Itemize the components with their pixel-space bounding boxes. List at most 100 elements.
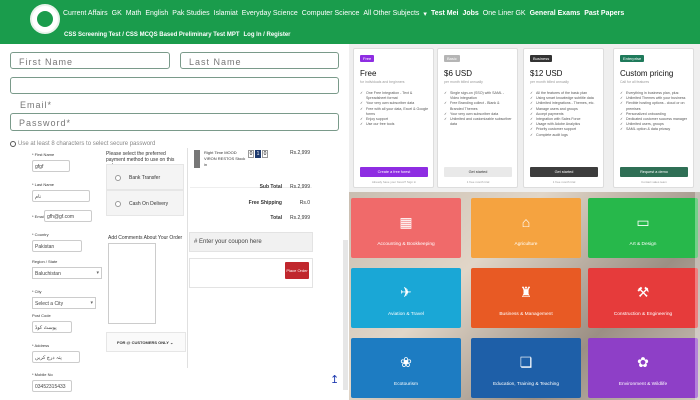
feature-list: One Free Integration - Text & Spreadshee…	[360, 91, 430, 128]
postcode-field[interactable]: پوسٹ کوڈ	[32, 321, 72, 333]
password-input[interactable]: Password*	[10, 113, 339, 131]
first-name-label: * First Name	[32, 152, 55, 157]
plan-subtitle: per month billed annually	[444, 80, 483, 84]
place-order-button[interactable]: Place Order	[285, 262, 309, 279]
for-customers-toggle[interactable]: FOR @ CUSTOMERS ONLY ⌄	[106, 332, 186, 352]
city-select[interactable]: Select a City	[32, 297, 96, 309]
category-label: Construction & Engineering	[613, 312, 673, 317]
hint-radio-icon[interactable]	[10, 141, 16, 147]
region-label: Region / State	[32, 259, 58, 264]
email-field[interactable]: gfh@gf.com	[44, 210, 92, 222]
main-nav: Current Affairs GK Math English Pak Studies I…	[63, 10, 624, 18]
radio-icon[interactable]	[115, 201, 121, 207]
scroll-to-top-icon[interactable]: ↥	[330, 373, 339, 387]
payment-option-cod[interactable]: Cash On Delivery	[106, 190, 184, 216]
secondary-nav: CSS Screening Test / CSS MCQS Based Prel…	[64, 32, 291, 38]
address-field[interactable]: پتہ درج کریں	[32, 351, 80, 363]
qty-decrease-button[interactable]: 0	[248, 150, 254, 158]
first-name-field[interactable]: gfgf	[32, 160, 70, 172]
nav-item[interactable]: Islamiat	[214, 10, 238, 18]
nav-login-register[interactable]: Log In / Register	[244, 32, 291, 38]
plan-cta-button[interactable]: Get started	[444, 167, 512, 177]
category-tile[interactable]: ♜ Business & Management	[471, 268, 581, 328]
category-tile[interactable]: ⌂ Agriculture	[471, 198, 581, 258]
nav-item[interactable]: English	[145, 10, 168, 18]
feature-item: Single sign-on (SSO) with SAML - Video i…	[444, 91, 514, 101]
divider	[187, 148, 188, 368]
nav-item[interactable]: Past Papers	[584, 10, 624, 18]
nav-item[interactable]: Pak Studies	[172, 10, 209, 18]
category-label: Art & Design	[629, 242, 657, 247]
feature-item: Free Branding collect - Blank & Branded …	[444, 101, 514, 111]
plan-price: Custom pricing	[620, 69, 674, 78]
coupon-input[interactable]: # Enter your coupon here	[189, 232, 313, 252]
scrollbar[interactable]	[343, 240, 348, 390]
plan-cta-button[interactable]: Get started	[530, 167, 598, 177]
category-tile[interactable]: ❏ Education, Training & Teaching	[471, 338, 581, 398]
category-label: Business & Management	[499, 312, 553, 317]
pricing-card: Business $12 USD per month billed annually…	[523, 48, 604, 188]
quantity-stepper[interactable]: 0 1 0	[248, 150, 268, 158]
qty-increase-button[interactable]: 0	[262, 150, 268, 158]
region-select[interactable]: Baluchistan	[32, 267, 102, 279]
postcode-label: Post Code	[32, 313, 51, 318]
pricing-card: Basic $6 USD per month billed annually Sing…	[437, 48, 518, 188]
nav-item[interactable]: One Liner GK	[483, 10, 526, 18]
mobile-label: * Mobile No	[32, 372, 53, 377]
payment-option-bank[interactable]: Bank Transfer	[106, 164, 184, 190]
nav-css-screening[interactable]: CSS Screening Test / CSS MCQS Based Prel…	[64, 32, 240, 38]
nav-item[interactable]: All Other Subjects	[363, 10, 419, 18]
product-price: Rs.2,999	[289, 150, 310, 156]
construction-icon: ⚒	[636, 284, 650, 300]
nav-item[interactable]: Math	[126, 10, 142, 18]
nav-item[interactable]: Test Mei	[431, 10, 459, 18]
category-tile[interactable]: ▭ Art & Design	[588, 198, 698, 258]
feature-item: SAML option & data privacy	[620, 127, 690, 132]
category-tile[interactable]: ▦ Accounting & Bookkeeping	[351, 198, 461, 258]
plan-subtitle: for individuals and beginners	[360, 80, 405, 84]
category-tile[interactable]: ⚒ Construction & Engineering	[588, 268, 698, 328]
site-header: Current Affairs GK Math English Pak Studies I…	[0, 0, 700, 44]
airplane-icon: ✈	[400, 284, 412, 300]
category-label: Ecotourism	[394, 382, 418, 387]
site-logo-icon[interactable]	[30, 4, 60, 34]
category-label: Environment & Wildlife	[618, 382, 668, 387]
plan-cta-button[interactable]: Create a free forest	[360, 167, 428, 177]
nav-item[interactable]: Computer Science	[302, 10, 360, 18]
comments-label: Add Comments About Your Order	[108, 235, 183, 241]
comments-textarea[interactable]	[108, 243, 156, 324]
category-tile[interactable]: ❀ Ecotourism	[351, 338, 461, 398]
username-input[interactable]	[10, 77, 339, 94]
password-hint: Use at least 8 characters to select secu…	[10, 141, 155, 147]
nav-item[interactable]: General Exams	[530, 10, 581, 18]
country-field[interactable]: Pakistan	[32, 240, 82, 252]
mobile-field[interactable]: 03452315433	[32, 380, 72, 392]
feature-item: Use our free tools	[360, 122, 430, 127]
category-label: Accounting & Bookkeeping	[377, 242, 435, 247]
category-tile[interactable]: ✈ Aviation & Travel	[351, 268, 461, 328]
last-name-input[interactable]: Last Name	[180, 52, 339, 69]
nav-item[interactable]: Current Affairs	[63, 10, 108, 18]
calculator-icon: ▦	[399, 214, 413, 230]
first-name-input[interactable]: First Name	[10, 52, 170, 69]
education-icon: ❏	[519, 354, 533, 370]
feature-item: Unlimited and customizable subscriber da…	[444, 117, 514, 127]
billing-form: * First Name gfgf * Last Name نام * Emai…	[20, 148, 110, 400]
radio-icon[interactable]	[115, 175, 121, 181]
subtotal-row: Sub Total Rs.2,999	[259, 184, 310, 190]
plan-cta-button[interactable]: Request a demo	[620, 167, 688, 177]
feature-list: All the features of the basic planUsing …	[530, 91, 600, 138]
last-name-field[interactable]: نام	[32, 190, 90, 202]
category-tile[interactable]: ✿ Environment & Wildlife	[588, 338, 698, 398]
nav-item[interactable]: Everyday Science	[242, 10, 298, 18]
nav-item[interactable]: GK	[112, 10, 122, 18]
nav-item[interactable]: Jobs	[462, 10, 478, 18]
qty-value[interactable]: 1	[255, 150, 261, 158]
category-label: Education, Training & Teaching	[492, 382, 560, 387]
right-scrollbar[interactable]	[695, 192, 700, 400]
globe-icon: ❀	[400, 354, 412, 370]
city-label: * City	[32, 289, 42, 294]
business-icon: ♜	[519, 284, 533, 300]
chevron-down-icon[interactable]: ▾	[423, 10, 427, 18]
feature-item: Free with all your data, Excel & Google …	[360, 107, 430, 117]
